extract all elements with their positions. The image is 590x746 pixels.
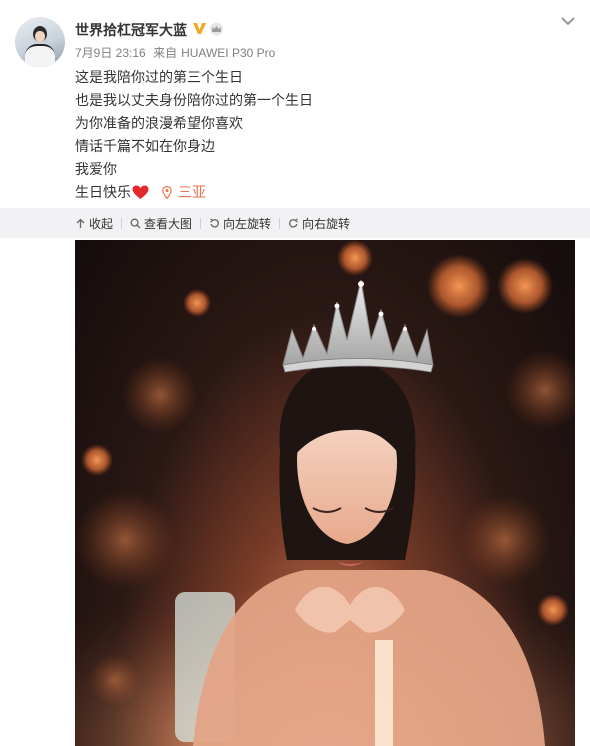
bokeh-light	[505, 350, 575, 430]
photo-illustration	[75, 240, 575, 746]
collapse-button[interactable]: 收起	[75, 208, 113, 238]
bokeh-light	[81, 444, 113, 476]
collapse-label: 收起	[89, 216, 114, 231]
collapse-icon	[76, 218, 85, 228]
rotate-right-icon	[289, 217, 298, 228]
post-text-line: 为你准备的浪漫希望你喜欢	[75, 115, 243, 131]
bokeh-light	[337, 240, 373, 276]
bokeh-light	[427, 254, 491, 318]
post-photo[interactable]	[75, 240, 575, 746]
rotate-right-button[interactable]: 向右旋转	[288, 208, 350, 238]
source-prefix: 来自	[153, 46, 178, 60]
post-text-line: 也是我以丈夫身份陪你过的第一个生日	[75, 92, 313, 108]
post-text-last-line: 生日快乐 三亚	[75, 181, 313, 204]
bokeh-light	[183, 289, 211, 317]
post-meta: 7月9日 23:16 来自 HUAWEI P30 Pro	[75, 46, 275, 60]
post-text-line: 生日快乐	[75, 184, 131, 200]
toolbar-divider	[279, 217, 281, 229]
post-date[interactable]: 7月9日 23:16	[75, 46, 146, 60]
post-text-line: 情话千篇不如在你身边	[75, 138, 215, 154]
user-avatar[interactable]	[15, 17, 65, 67]
chevron-down-icon[interactable]	[561, 14, 575, 28]
location-pin-icon	[162, 186, 172, 199]
user-name[interactable]: 世界拾杠冠军大蓝	[75, 20, 187, 40]
post-text-line: 这是我陪你过的第三个生日	[75, 69, 243, 85]
heart-icon	[132, 185, 149, 199]
post-source[interactable]: HUAWEI P30 Pro	[181, 46, 275, 60]
crown-badge-icon	[210, 22, 223, 36]
toolbar-divider	[200, 217, 202, 229]
search-icon	[130, 218, 141, 228]
rotate-right-label: 向右旋转	[302, 216, 351, 231]
light-beam	[375, 640, 393, 746]
rotate-left-label: 向左旋转	[223, 216, 272, 231]
avatar-shirt	[25, 44, 55, 67]
toolbar-divider	[121, 217, 123, 229]
crown	[282, 279, 434, 373]
view-large-label: 查看大图	[144, 216, 193, 231]
location-link[interactable]: 三亚	[178, 181, 206, 204]
media-toolbar: 收起 查看大图 向左旋转 向右旋转	[0, 208, 590, 238]
verified-icon	[193, 23, 206, 34]
view-large-button[interactable]: 查看大图	[130, 208, 192, 238]
media-toolbar-actions: 收起 查看大图 向左旋转 向右旋转	[75, 208, 350, 238]
rotate-left-icon	[210, 217, 219, 228]
post-text-line: 我爱你	[75, 161, 117, 177]
bokeh-light	[122, 357, 198, 433]
weibo-post: 世界拾杠冠军大蓝 7月9日 23:16 来自 HUAWEI P30 Pro 这是我…	[0, 0, 590, 746]
rotate-left-button[interactable]: 向左旋转	[209, 208, 271, 238]
post-text: 这是我陪你过的第三个生日 也是我以丈夫身份陪你过的第一个生日 为你准备的浪漫希望…	[75, 66, 313, 204]
avatar-face	[35, 31, 45, 42]
bokeh-light	[497, 258, 553, 314]
